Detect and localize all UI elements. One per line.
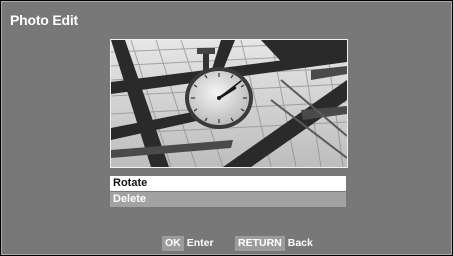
edit-menu: Rotate Delete <box>110 176 346 207</box>
return-key-label: Back <box>287 237 313 249</box>
photo-preview <box>110 39 348 168</box>
return-back-hint[interactable]: RETURN Back <box>235 236 313 251</box>
menu-item-rotate[interactable]: Rotate <box>110 176 346 191</box>
photo-edit-screen: Photo Edit Rotate Delete OK Enter RETURN… <box>1 1 452 255</box>
ok-enter-hint[interactable]: OK Enter <box>162 236 214 251</box>
page-title: Photo Edit <box>10 12 78 28</box>
clock-photo-image <box>111 40 347 167</box>
return-key-badge: RETURN <box>235 236 285 251</box>
ok-key-label: Enter <box>186 237 214 249</box>
button-guide: OK Enter RETURN Back <box>2 236 451 252</box>
ok-key-badge: OK <box>162 236 184 251</box>
menu-item-delete[interactable]: Delete <box>110 192 346 207</box>
